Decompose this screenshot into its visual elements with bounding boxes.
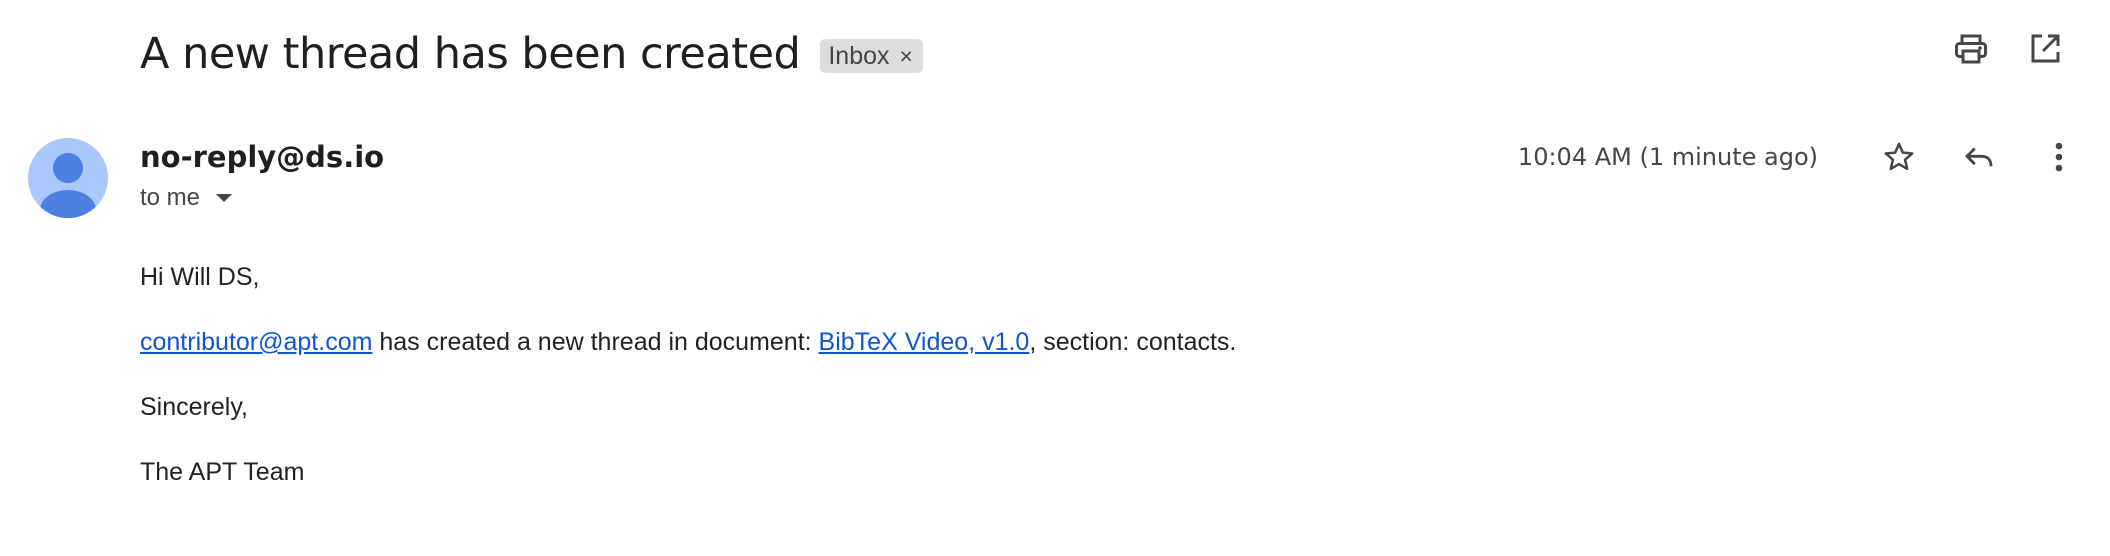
open-in-new-window-icon — [2031, 34, 2060, 63]
label-chip-text: Inbox — [828, 41, 890, 70]
more-options-button[interactable] — [2040, 138, 2078, 176]
sender-email[interactable]: no-reply@ds.io — [140, 140, 384, 174]
closing: Sincerely, — [140, 393, 248, 421]
inbox-label-chip[interactable]: Inbox × — [820, 39, 923, 73]
recipients-text: to me — [140, 184, 201, 211]
message-actions — [1880, 138, 2078, 176]
caret-down-icon[interactable] — [216, 194, 233, 202]
star-button[interactable] — [1880, 138, 1918, 176]
reply-button[interactable] — [1960, 138, 1998, 176]
reply-icon — [1965, 147, 1993, 167]
body-middle-text: has created a new thread in document: — [372, 328, 819, 356]
sender-avatar[interactable] — [28, 138, 108, 218]
open-in-new-window-button[interactable] — [2026, 30, 2064, 68]
remove-label-icon[interactable]: × — [900, 44, 913, 68]
recipients-toggle[interactable]: to me — [140, 184, 233, 212]
subject-row: A new thread has been created Inbox × — [140, 24, 923, 84]
signature: The APT Team — [140, 458, 305, 486]
print-all-button[interactable] — [1952, 30, 1990, 68]
more-vert-icon — [2055, 142, 2063, 172]
document-link[interactable]: BibTeX Video, v1.0 — [819, 328, 1030, 356]
email-subject: A new thread has been created — [140, 29, 801, 79]
print-icon — [1955, 34, 1987, 64]
thread-actions — [1952, 30, 2064, 68]
message-timestamp: 10:04 AM (1 minute ago) — [1517, 143, 1818, 171]
message-body: Hi Will DS, contributor@apt.com has crea… — [140, 262, 1236, 522]
contributor-email-link[interactable]: contributor@apt.com — [140, 328, 372, 356]
body-section-text: , section: contacts. — [1029, 328, 1237, 356]
default-avatar-icon — [40, 153, 96, 218]
body-paragraph: contributor@apt.com has created a new th… — [140, 327, 1236, 357]
star-icon — [1884, 142, 1914, 171]
greeting: Hi Will DS, — [140, 263, 260, 291]
